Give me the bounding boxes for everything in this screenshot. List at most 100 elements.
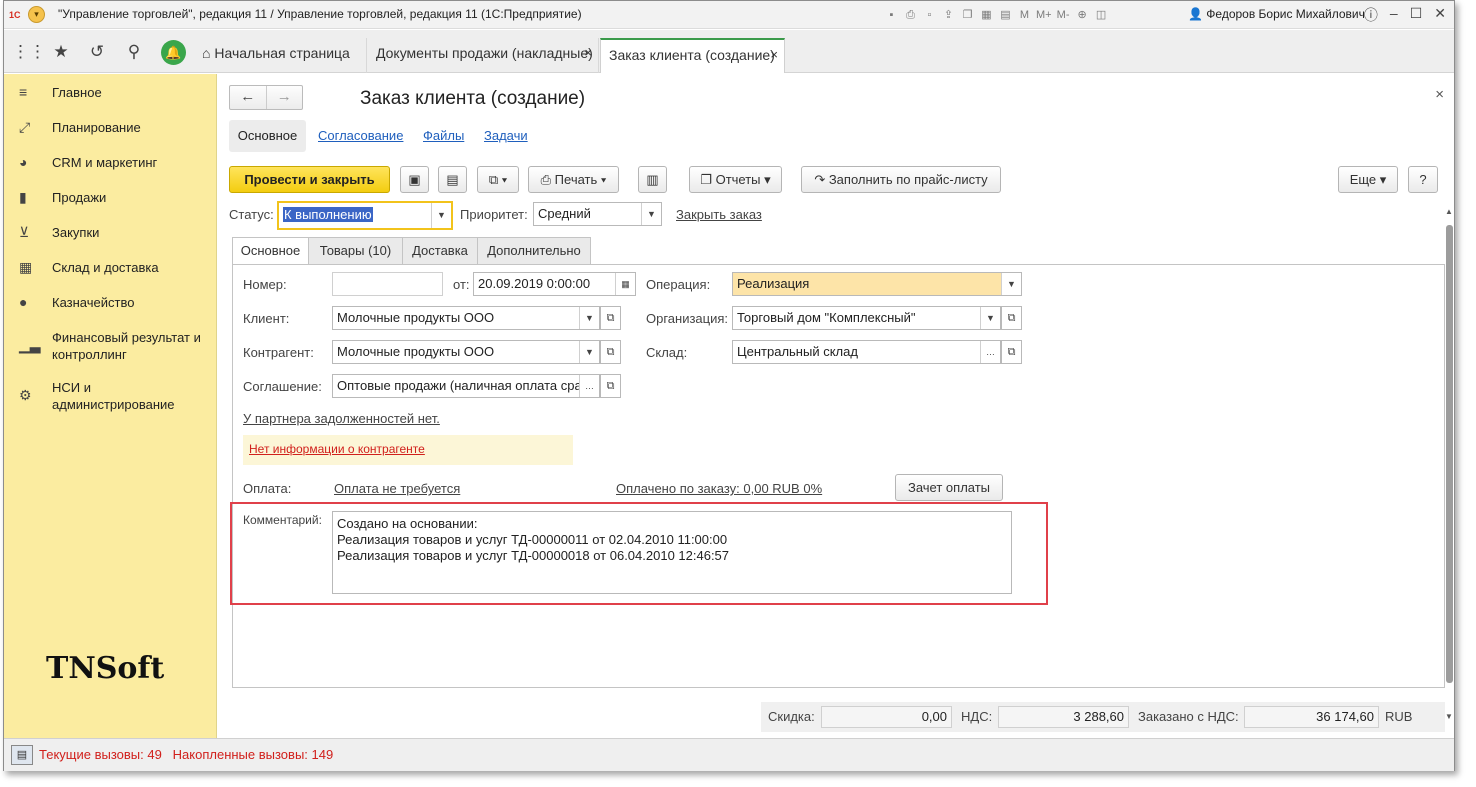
search-icon[interactable]: ⚲: [122, 40, 146, 64]
preview-icon[interactable]: ▫: [922, 7, 937, 23]
maximize-icon[interactable]: ☐: [1410, 5, 1423, 25]
agreement-field[interactable]: Оптовые продажи (наличная оплата сра …: [332, 374, 600, 398]
history-icon[interactable]: ↺: [85, 40, 109, 64]
apps-grid-icon[interactable]: ⋮⋮: [12, 40, 46, 64]
highlight-box: [230, 502, 1048, 605]
forward-arrow-icon[interactable]: →: [265, 86, 303, 109]
info-icon[interactable]: ⓘ: [1364, 5, 1378, 25]
calendar-icon[interactable]: ▤: [998, 7, 1013, 23]
inner-tab-delivery[interactable]: Доставка: [402, 237, 478, 265]
zoom-icon[interactable]: ⊕: [1075, 7, 1090, 23]
chevron-down-icon[interactable]: ▼: [431, 203, 451, 228]
tab-close-icon[interactable]: ×: [584, 38, 592, 68]
create-based-on-icon[interactable]: ⧉ ▾: [477, 166, 519, 193]
tab-close-icon[interactable]: ×: [770, 40, 778, 70]
tab-main[interactable]: Основное: [229, 120, 306, 152]
tab-files[interactable]: Файлы: [423, 120, 464, 152]
tab-approval[interactable]: Согласование: [318, 120, 403, 152]
chevron-down-icon[interactable]: ▼: [980, 307, 1000, 329]
open-contractor-icon[interactable]: ⧉: [600, 340, 621, 364]
structure-icon[interactable]: ▥: [638, 166, 667, 193]
payment-offset-button[interactable]: Зачет оплаты: [895, 474, 1003, 501]
operation-field[interactable]: Реализация ▼: [732, 272, 1022, 296]
save-icon[interactable]: ▪: [884, 7, 899, 23]
open-client-icon[interactable]: ⧉: [600, 306, 621, 330]
chevron-down-icon[interactable]: ▼: [1001, 273, 1021, 295]
notifications-bell-icon[interactable]: 🔔: [161, 40, 186, 65]
copy-icon[interactable]: ❐: [960, 7, 975, 23]
inner-tab-main[interactable]: Основное: [232, 237, 309, 265]
inner-tab-additional[interactable]: Дополнительно: [477, 237, 591, 265]
open-warehouse-icon[interactable]: ⧉: [1001, 340, 1022, 364]
tab-sales-documents[interactable]: Документы продажи (накладные) ×: [368, 38, 599, 73]
main-menu-button[interactable]: ▾: [28, 6, 45, 23]
print-icon[interactable]: ⎙: [903, 7, 918, 23]
gear-icon: ⚙: [19, 387, 32, 403]
reports-icon: ❐: [700, 172, 716, 187]
panels-icon[interactable]: ◫: [1094, 7, 1109, 23]
menu-icon: ≡: [19, 84, 28, 100]
fill-pricelist-button[interactable]: ↷ Заполнить по прайс-листу: [801, 166, 1001, 193]
reports-button[interactable]: ❐ Отчеты ▾: [689, 166, 782, 193]
memory-minus-button[interactable]: M-: [1056, 7, 1071, 23]
open-organization-icon[interactable]: ⧉: [1001, 306, 1022, 330]
print-button[interactable]: ⎙ Печать ▾: [528, 166, 619, 193]
scrollbar[interactable]: ▲ ▼: [1445, 207, 1454, 722]
calculator-icon[interactable]: ▦: [979, 7, 994, 23]
tab-tasks[interactable]: Задачи: [484, 120, 528, 152]
minimize-icon[interactable]: –: [1390, 5, 1398, 25]
ruble-icon: ●: [19, 294, 28, 310]
paid-by-order-link[interactable]: Оплачено по заказу: 0,00 RUB 0%: [616, 481, 822, 496]
performance-monitor-icon[interactable]: ▤: [11, 745, 33, 765]
calendar-icon[interactable]: ▦: [615, 273, 635, 295]
number-field[interactable]: [332, 272, 443, 296]
chevron-down-icon[interactable]: ▼: [579, 307, 599, 329]
select-ellipsis-icon[interactable]: …: [980, 341, 1000, 363]
home-icon: ⌂: [202, 45, 215, 61]
close-order-link[interactable]: Закрыть заказ: [676, 207, 762, 222]
post-and-close-button[interactable]: Провести и закрыть: [229, 166, 390, 193]
scroll-up-icon[interactable]: ▲: [1445, 207, 1453, 216]
select-ellipsis-icon[interactable]: …: [579, 375, 599, 397]
client-label: Клиент:: [243, 311, 290, 326]
save-disk-icon[interactable]: ▣: [400, 166, 429, 193]
chevron-down-icon[interactable]: ▼: [641, 203, 661, 225]
upload-icon[interactable]: ⇪: [941, 7, 956, 23]
form-close-icon[interactable]: ×: [1435, 86, 1444, 103]
contractor-label: Контрагент:: [243, 345, 314, 360]
app-window: 1С ▾ "Управление торговлей", редакция 11…: [3, 0, 1455, 771]
tab-client-order[interactable]: Заказ клиента (создание) ×: [600, 38, 785, 73]
ordered-label: Заказано с НДС:: [1138, 709, 1239, 724]
back-arrow-icon[interactable]: ←: [230, 86, 266, 109]
tab-home[interactable]: ⌂ Начальная страница: [194, 38, 367, 73]
memory-plus-button[interactable]: M+: [1036, 7, 1052, 23]
status-field[interactable]: К выполнению ▼: [277, 201, 453, 230]
payment-not-required-link[interactable]: Оплата не требуется: [334, 481, 460, 496]
organization-field[interactable]: Торговый дом "Комплексный" ▼: [732, 306, 1001, 330]
priority-field[interactable]: Средний ▼: [533, 202, 662, 226]
date-field[interactable]: 20.09.2019 0:00:00 ▦: [473, 272, 636, 296]
more-button[interactable]: Еще ▾: [1338, 166, 1398, 193]
no-contractor-info-link[interactable]: Нет информации о контрагенте: [249, 442, 425, 456]
warehouse-label: Склад:: [646, 345, 688, 360]
contractor-field[interactable]: Молочные продукты ООО ▼: [332, 340, 600, 364]
favorites-icon[interactable]: ★: [49, 40, 73, 64]
client-field[interactable]: Молочные продукты ООО ▼: [332, 306, 600, 330]
help-button[interactable]: ?: [1408, 166, 1438, 193]
warehouse-field[interactable]: Центральный склад …: [732, 340, 1001, 364]
chevron-down-icon[interactable]: ▼: [579, 341, 599, 363]
scrollbar-thumb[interactable]: [1446, 225, 1453, 683]
priority-label: Приоритет:: [460, 207, 528, 222]
tnsoft-logo: TNSoft: [46, 651, 165, 686]
inner-tab-goods[interactable]: Товары (10): [308, 237, 403, 265]
open-agreement-icon[interactable]: ⧉: [600, 374, 621, 398]
payment-label: Оплата:: [243, 481, 292, 496]
debt-info-link[interactable]: У партнера задолженностей нет.: [243, 411, 440, 426]
memory-m-button[interactable]: M: [1017, 7, 1032, 23]
discount-label: Скидка:: [768, 709, 815, 724]
scroll-down-icon[interactable]: ▼: [1445, 712, 1453, 721]
close-icon[interactable]: ✕: [1434, 5, 1446, 25]
title-bar: 1С ▾ "Управление торговлей", редакция 11…: [4, 1, 1454, 29]
user-name[interactable]: 👤 Федоров Борис Михайлович: [1188, 7, 1365, 21]
post-icon[interactable]: ▤: [438, 166, 467, 193]
